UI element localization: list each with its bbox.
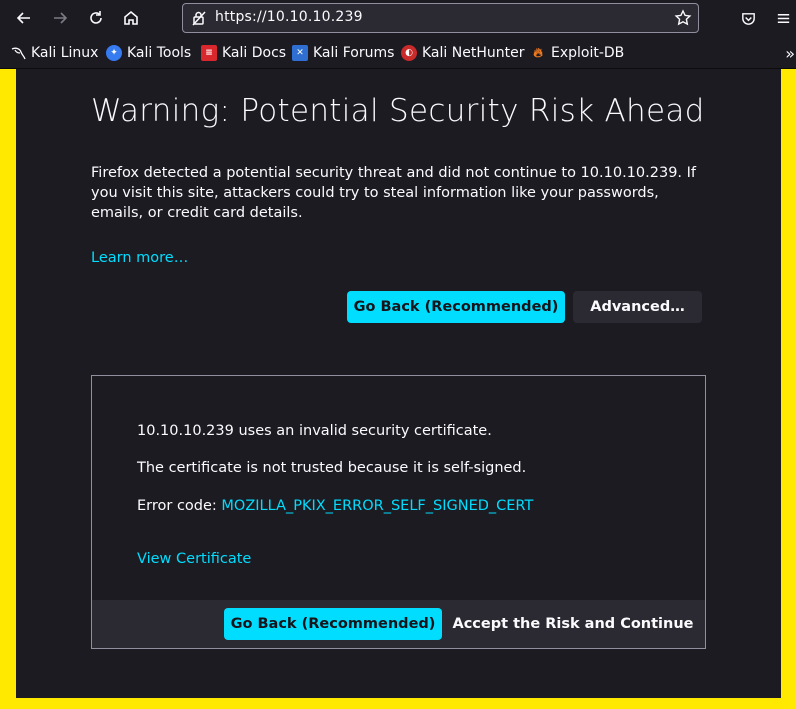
- error-page: Warning: Potential Security Risk Ahead F…: [16, 69, 781, 698]
- exploit-db-icon: 🔥︎: [533, 45, 543, 61]
- error-code-label: Error code:: [137, 498, 222, 514]
- error-code-link[interactable]: MOZILLA_PKIX_ERROR_SELF_SIGNED_CERT: [221, 498, 533, 514]
- bookmark-kali-linux[interactable]: Kali Linux: [10, 43, 98, 63]
- menu-icon[interactable]: [773, 8, 793, 28]
- bookmark-kali-nethunter[interactable]: ◐ Kali NetHunter: [401, 43, 524, 63]
- advanced-panel: 10.10.10.239 uses an invalid security ce…: [91, 375, 706, 649]
- browser-toolbar: https://10.10.10.239: [0, 0, 796, 36]
- home-icon[interactable]: [118, 6, 144, 30]
- forward-arrow-icon[interactable]: [47, 6, 73, 30]
- url-bar[interactable]: https://10.10.10.239: [182, 3, 699, 33]
- learn-more-link[interactable]: Learn more…: [91, 250, 188, 266]
- accept-risk-button[interactable]: Accept the Risk and Continue: [448, 608, 698, 640]
- panel-go-back-button[interactable]: Go Back (Recommended): [224, 608, 442, 640]
- error-code-line: Error code: MOZILLA_PKIX_ERROR_SELF_SIGN…: [137, 498, 533, 514]
- bookmark-star-icon[interactable]: [674, 9, 692, 27]
- reload-icon[interactable]: [83, 6, 109, 30]
- bookmark-kali-forums[interactable]: ✕ Kali Forums: [292, 43, 394, 63]
- go-back-button[interactable]: Go Back (Recommended): [347, 291, 565, 323]
- bookmark-exploit-db[interactable]: 🔥︎ Exploit-DB: [530, 43, 624, 63]
- bookmark-kali-docs[interactable]: ≡ Kali Docs: [201, 43, 286, 63]
- more-bookmarks-chevron-icon[interactable]: »: [785, 44, 795, 63]
- self-signed-text: The certificate is not trusted because i…: [137, 460, 527, 476]
- pocket-icon[interactable]: [738, 8, 758, 28]
- bookmark-kali-tools[interactable]: ✦ Kali Tools: [106, 43, 191, 63]
- panel-footer: Go Back (Recommended) Accept the Risk an…: [92, 600, 705, 648]
- bookmarks-bar: Kali Linux ✦ Kali Tools ≡ Kali Docs ✕ Ka…: [0, 36, 796, 69]
- url-text[interactable]: https://10.10.10.239: [215, 9, 363, 25]
- kali-forums-icon: ✕: [292, 45, 308, 61]
- view-certificate-link[interactable]: View Certificate: [137, 551, 251, 567]
- insecure-lock-icon[interactable]: [191, 10, 207, 26]
- warning-description: Firefox detected a potential security th…: [91, 165, 697, 221]
- page-title: Warning: Potential Security Risk Ahead: [91, 93, 705, 129]
- kali-docs-icon: ≡: [201, 45, 217, 61]
- kali-tools-icon: ✦: [106, 45, 122, 61]
- back-arrow-icon[interactable]: [11, 6, 37, 30]
- kali-nethunter-icon: ◐: [401, 45, 417, 61]
- kali-dragon-icon: [10, 45, 26, 61]
- advanced-button[interactable]: Advanced…: [573, 291, 702, 323]
- invalid-cert-text: 10.10.10.239 uses an invalid security ce…: [137, 423, 492, 439]
